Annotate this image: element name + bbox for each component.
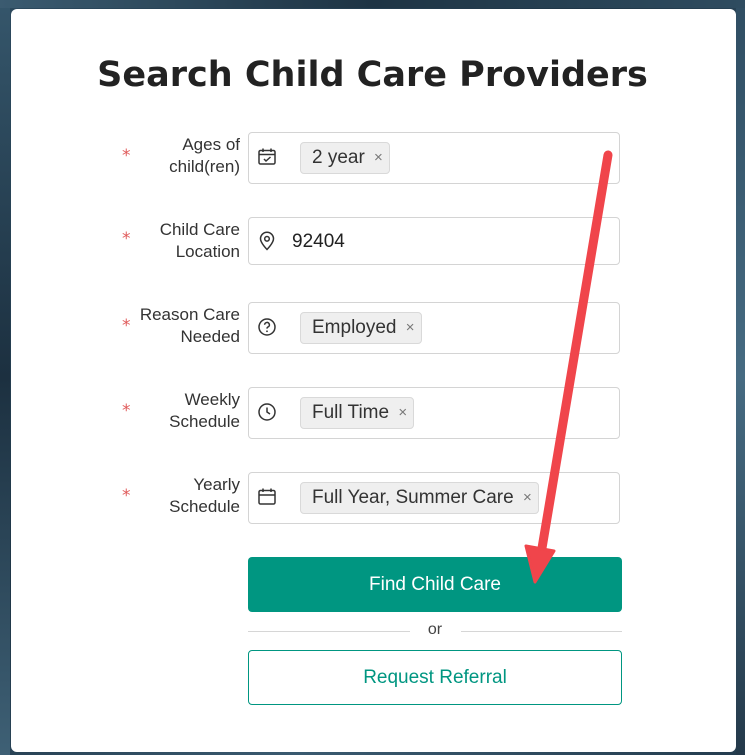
location-input[interactable]: 92404 bbox=[248, 217, 620, 265]
location-label: Child Care Location bbox=[130, 219, 240, 263]
question-circle-icon bbox=[258, 318, 276, 336]
weekly-chip: Full Time × bbox=[300, 397, 415, 429]
yearly-label-line1: Yearly bbox=[193, 475, 240, 494]
divider-right bbox=[461, 631, 622, 632]
clock-icon bbox=[258, 403, 276, 421]
ages-chip-label: 2 year bbox=[312, 147, 365, 168]
yearly-label: Yearly Schedule bbox=[130, 474, 240, 518]
weekly-field[interactable]: Full Time × bbox=[248, 387, 620, 439]
weekly-label: Weekly Schedule bbox=[130, 389, 240, 433]
reason-field[interactable]: Employed × bbox=[248, 302, 620, 354]
reason-label-line2: Needed bbox=[180, 327, 240, 346]
search-card bbox=[11, 9, 736, 752]
find-child-care-button[interactable]: Find Child Care bbox=[248, 557, 622, 612]
reason-label: Reason Care Needed bbox=[130, 304, 240, 348]
weekly-label-line1: Weekly bbox=[184, 390, 240, 409]
remove-chip-icon[interactable]: × bbox=[374, 143, 383, 173]
reason-row: * Reason Care Needed Employed × bbox=[0, 302, 745, 354]
weekly-chip-label: Full Time bbox=[312, 402, 390, 423]
ages-field[interactable]: 2 year × bbox=[248, 132, 620, 184]
ages-label-line2: child(ren) bbox=[169, 157, 240, 176]
calendar-icon bbox=[258, 488, 276, 505]
yearly-chip: Full Year, Summer Care × bbox=[300, 482, 539, 514]
or-separator: or bbox=[427, 621, 443, 638]
yearly-row: * Yearly Schedule Full Year, Summer Care… bbox=[0, 472, 745, 524]
map-pin-icon bbox=[259, 231, 275, 251]
background-left bbox=[0, 0, 10, 755]
request-referral-button[interactable]: Request Referral bbox=[248, 650, 622, 705]
divider-left bbox=[248, 631, 410, 632]
location-row: * Child Care Location 92404 bbox=[0, 217, 745, 269]
location-label-line1: Child Care bbox=[159, 220, 240, 239]
reason-chip: Employed × bbox=[300, 312, 422, 344]
weekly-label-line2: Schedule bbox=[169, 412, 240, 431]
location-value: 92404 bbox=[292, 231, 345, 252]
ages-label: Ages of child(ren) bbox=[130, 134, 240, 178]
reason-chip-label: Employed bbox=[312, 317, 397, 338]
weekly-row: * Weekly Schedule Full Time × bbox=[0, 387, 745, 439]
yearly-field[interactable]: Full Year, Summer Care × bbox=[248, 472, 620, 524]
background-top bbox=[0, 0, 745, 8]
ages-label-line1: Ages of bbox=[182, 135, 240, 154]
ages-row: * Ages of child(ren) 2 year × bbox=[0, 132, 745, 184]
reason-label-line1: Reason Care bbox=[139, 305, 240, 324]
calendar-check-icon bbox=[258, 148, 276, 165]
yearly-label-line2: Schedule bbox=[169, 497, 240, 516]
remove-chip-icon[interactable]: × bbox=[398, 398, 407, 428]
ages-chip: 2 year × bbox=[300, 142, 390, 174]
location-label-line2: Location bbox=[175, 242, 240, 261]
page-title: Search Child Care Providers bbox=[97, 55, 648, 95]
remove-chip-icon[interactable]: × bbox=[523, 483, 532, 513]
yearly-chip-label: Full Year, Summer Care bbox=[312, 487, 514, 508]
remove-chip-icon[interactable]: × bbox=[406, 313, 415, 343]
background-right bbox=[736, 0, 745, 755]
